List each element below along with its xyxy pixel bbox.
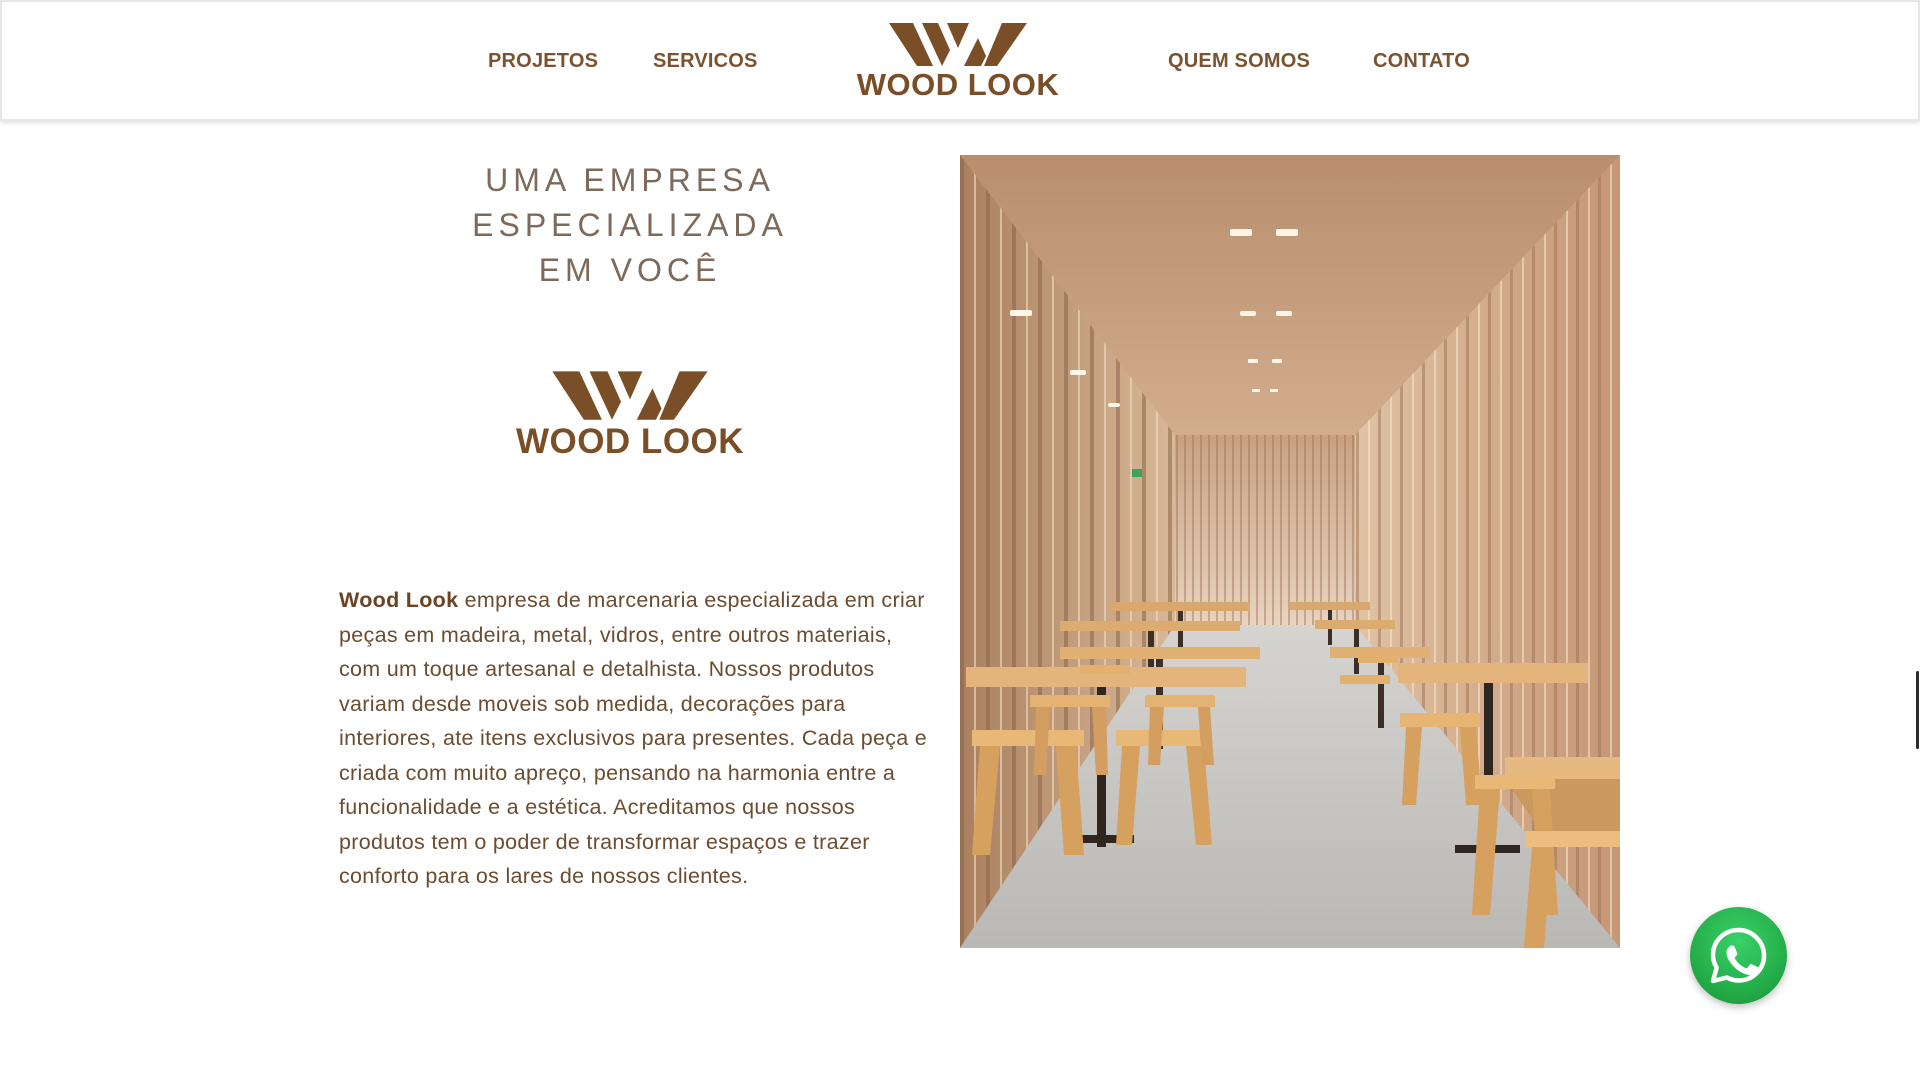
page: PROJETOS SERVICOS WOOD LOOK QUEM SOMOS C… [0, 0, 1920, 1080]
site-header: PROJETOS SERVICOS WOOD LOOK QUEM SOMOS C… [0, 0, 1920, 121]
scrollbar-thumb[interactable] [1916, 671, 1919, 749]
whatsapp-icon [1710, 927, 1767, 984]
body-logo-text: WOOD LOOK [515, 422, 745, 461]
body-logo: WOOD LOOK [514, 368, 746, 468]
whatsapp-button[interactable] [1690, 907, 1787, 1004]
wood-look-logo-icon [889, 23, 1027, 66]
headline-line-1: UMA EMPRESA ESPECIALIZADA [472, 162, 788, 243]
nav-contato[interactable]: CONTATO [1373, 50, 1470, 73]
interior-illustration [960, 155, 1620, 948]
company-description: Wood Look empresa de marcenaria especial… [339, 583, 939, 894]
nav-servicos[interactable]: SERVICOS [653, 50, 758, 73]
wood-look-logo-icon [552, 371, 708, 420]
restaurant-interior-photo [960, 155, 1620, 948]
section-headline: UMA EMPRESA ESPECIALIZADA EM VOCÊ [340, 158, 920, 293]
header-logo-text: WOOD LOOK [856, 67, 1060, 102]
nav-projetos[interactable]: PROJETOS [488, 50, 598, 73]
description-body: empresa de marcenaria especializada em c… [339, 588, 928, 888]
description-brand-name: Wood Look [339, 588, 459, 612]
nav-quem-somos[interactable]: QUEM SOMOS [1168, 50, 1310, 73]
headline-line-2: EM VOCÊ [538, 252, 722, 288]
header-logo[interactable]: WOOD LOOK [856, 20, 1060, 106]
